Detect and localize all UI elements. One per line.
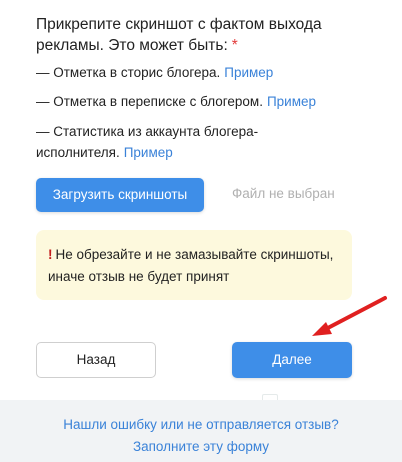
required-mark: * bbox=[231, 37, 238, 54]
list-item: — Отметка в сторис блогера. Пример bbox=[36, 62, 356, 83]
list-item: — Статистика из аккаунта блогера-исполни… bbox=[36, 121, 286, 163]
form-title: Прикрепите скриншот с фактом выхода рекл… bbox=[36, 14, 376, 56]
warning-message: ! Не обрезайте и не замазывайте скриншоты… bbox=[48, 244, 344, 288]
example-link[interactable]: Пример bbox=[267, 94, 316, 109]
upload-screenshots-button[interactable]: Загрузить скриншоты bbox=[36, 178, 204, 212]
back-button[interactable]: Назад bbox=[36, 342, 156, 378]
warning-text: Не обрезайте и не замазывайте скриншоты,… bbox=[48, 247, 334, 284]
fill-form-link[interactable]: Заполните эту форму bbox=[0, 439, 402, 454]
footer: Нашли ошибку или не отправляется отзыв? … bbox=[0, 400, 402, 462]
item-text: — Отметка в сторис блогера. bbox=[36, 65, 221, 80]
exclamation-icon: ! bbox=[48, 247, 53, 262]
next-button[interactable]: Далее bbox=[232, 342, 352, 378]
example-link[interactable]: Пример bbox=[224, 65, 273, 80]
title-text: Прикрепите скриншот с фактом выхода рекл… bbox=[36, 16, 322, 54]
item-text: — Отметка в переписке с блогером. bbox=[36, 94, 263, 109]
file-status: Файл не выбран bbox=[232, 186, 335, 201]
red-arrow-icon bbox=[312, 296, 387, 336]
warning-box: ! Не обрезайте и не замазывайте скриншоты… bbox=[36, 230, 352, 300]
list-item: — Отметка в переписке с блогером. Пример bbox=[36, 91, 356, 112]
example-link[interactable]: Пример bbox=[124, 145, 173, 160]
report-error-link[interactable]: Нашли ошибку или не отправляется отзыв? bbox=[0, 417, 402, 432]
